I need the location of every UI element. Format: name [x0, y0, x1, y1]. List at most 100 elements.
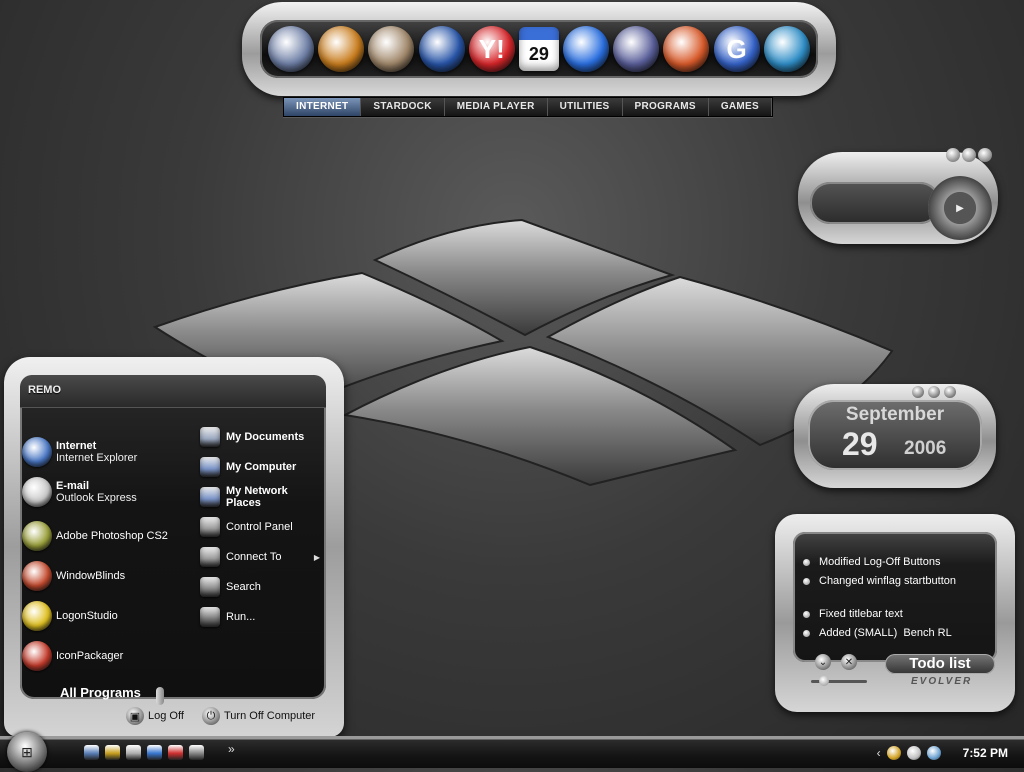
todo-item[interactable]: Added (SMALL) Bench RL [803, 627, 952, 639]
orbit-browser-icon[interactable] [318, 26, 365, 72]
turn-off-label: Turn Off Computer [224, 710, 316, 722]
start-menu-item-logonstudio[interactable]: LogonStudio [22, 601, 118, 631]
quick-launch-app-1-icon[interactable] [84, 745, 99, 760]
tray-app-1-icon[interactable] [886, 746, 901, 760]
system-tray: ‹ 7:52 PM [877, 740, 1024, 766]
start-menu-item-my-network-places[interactable]: My Network Places [200, 485, 324, 509]
yahoo-messenger-icon[interactable]: Y! [468, 26, 515, 72]
tab-games[interactable]: GAMES [708, 98, 772, 116]
calendar-widget: September 29 2006 [794, 384, 996, 488]
todo-widget: Modified Log-Off Buttons Changed winflag … [775, 514, 1015, 712]
start-menu-item-label: Connect To [226, 551, 282, 563]
todo-slider-handle[interactable] [819, 676, 829, 686]
media-button-2[interactable] [962, 148, 976, 162]
tray-expand-icon[interactable]: ‹ [877, 746, 881, 760]
tab-media-player[interactable]: MEDIA PLAYER [444, 98, 548, 116]
taskbar-clock[interactable]: 7:52 PM [963, 746, 1008, 760]
start-menu-item-my-computer[interactable]: My Computer [200, 457, 324, 477]
tab-stardock[interactable]: STARDOCK [361, 98, 445, 116]
start-menu-item-my-documents[interactable]: My Documents [200, 427, 324, 447]
start-menu-item-windowblinds[interactable]: WindowBlinds [22, 561, 125, 591]
dock-category-tabs: INTERNET STARDOCK MEDIA PLAYER UTILITIES PRO… [283, 97, 773, 117]
tray-app-2-icon[interactable] [906, 746, 921, 760]
start-menu-item-internet[interactable]: Internet Internet Explorer [22, 437, 137, 467]
calendar-button-1[interactable] [912, 386, 924, 398]
start-menu-item-iconpackager[interactable]: IconPackager [22, 641, 123, 671]
tab-utilities[interactable]: UTILITIES [547, 98, 623, 116]
magnifier-search-icon[interactable] [613, 26, 660, 72]
control-panel-icon [200, 517, 220, 537]
all-programs-arrow-icon[interactable] [156, 687, 164, 705]
quick-launch-app-4-icon[interactable] [147, 745, 162, 760]
top-dock: Y! 29 G [242, 2, 836, 96]
windows-flag-icon: ⊞ [7, 732, 47, 772]
start-menu-item-label: My Computer [226, 461, 297, 473]
submenu-arrow-icon: ▶ [313, 552, 320, 562]
start-menu-item-text: E-mail Outlook Express [56, 480, 137, 504]
connect-to-icon [200, 547, 220, 567]
quick-launch-app-6-icon[interactable] [189, 745, 204, 760]
quick-launch-app-3-icon[interactable] [126, 745, 141, 760]
todo-collapse-button[interactable]: ⌄ [815, 654, 831, 670]
media-control-wheel[interactable]: ▶ [928, 176, 992, 240]
calendar-year: 2006 [904, 438, 947, 459]
start-menu-user-name: REMO [20, 375, 326, 408]
tab-internet[interactable]: INTERNET [284, 98, 362, 116]
search-icon [200, 577, 220, 597]
my-computer-icon [200, 457, 220, 477]
log-off-label: Log Off [148, 710, 184, 722]
start-menu-item-connect-to[interactable]: Connect To ▶ [200, 547, 324, 567]
turn-off-computer-button[interactable]: ⏻ Turn Off Computer [202, 707, 315, 725]
todo-title: Todo list [885, 654, 995, 674]
start-menu-item-subtitle: Internet Explorer [56, 452, 138, 464]
calendar-button-2[interactable] [928, 386, 940, 398]
quick-launch-more-button[interactable]: » [228, 742, 235, 756]
my-documents-icon [200, 427, 220, 447]
run--icon [200, 607, 220, 627]
calendar-icon[interactable]: 29 [518, 27, 559, 71]
msn-buddy-icon[interactable] [563, 26, 610, 72]
msn-butterfly-icon[interactable] [663, 26, 710, 72]
e-mail-icon [22, 477, 52, 507]
my-network-places-icon [200, 487, 220, 507]
bullet-icon [803, 610, 810, 618]
todo-item[interactable]: Changed winflag startbutton [803, 575, 956, 587]
start-button[interactable]: ⊞ [7, 732, 47, 772]
bullet-icon [803, 577, 810, 585]
todo-item-text: Changed winflag startbutton [819, 575, 956, 587]
media-button-3[interactable] [978, 148, 992, 162]
tools-icon[interactable] [763, 26, 810, 72]
start-menu-item-run-[interactable]: Run... [200, 607, 324, 627]
google-icon[interactable]: G [713, 26, 760, 72]
play-icon[interactable]: ▶ [956, 203, 964, 214]
start-menu-item-e-mail[interactable]: E-mail Outlook Express [22, 477, 137, 507]
taskbar: ⊞ » ‹ 7:52 PM [0, 732, 1024, 772]
tray-app-3-icon[interactable] [926, 746, 941, 760]
start-menu-item-search[interactable]: Search [200, 577, 324, 597]
start-menu-item-label: Search [226, 581, 261, 593]
quick-launch-app-2-icon[interactable] [105, 745, 120, 760]
media-button-1[interactable] [946, 148, 960, 162]
calendar-button-3[interactable] [944, 386, 956, 398]
todo-item[interactable]: Modified Log-Off Buttons [803, 556, 940, 568]
all-programs-button[interactable]: All Programs [60, 685, 141, 700]
start-menu-item-label: My Network Places [226, 485, 288, 509]
start-menu-item-control-panel[interactable]: Control Panel [200, 517, 324, 537]
monitor-icon[interactable] [268, 26, 315, 72]
start-menu-item-adobe-photoshop-cs2[interactable]: Adobe Photoshop CS2 [22, 521, 168, 551]
media-display [810, 182, 940, 224]
todo-close-button[interactable]: ✕ [841, 654, 857, 670]
quick-launch-app-5-icon[interactable] [168, 745, 183, 760]
bullet-icon [803, 558, 810, 566]
log-off-button[interactable]: ▣ Log Off [126, 707, 184, 725]
media-headphones-icon[interactable] [368, 26, 415, 72]
todo-item[interactable]: Fixed titlebar text [803, 608, 903, 620]
quick-launch [84, 745, 204, 760]
tab-programs[interactable]: PROGRAMS [622, 98, 709, 116]
start-menu-panel: REMO All Programs Internet Internet Explo… [20, 375, 326, 705]
thunderbird-icon[interactable] [418, 26, 465, 72]
iconpackager-icon [22, 641, 52, 671]
start-menu-item-subtitle: Outlook Express [56, 492, 137, 504]
dock-icon-bar: Y! 29 G [260, 20, 818, 78]
close-icon: ✕ [844, 656, 854, 668]
